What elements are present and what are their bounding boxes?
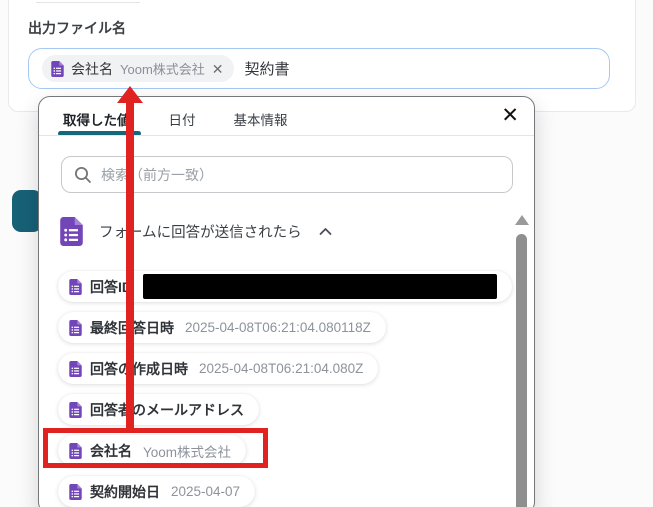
tab-retrieved-values[interactable]: 取得した値: [57, 107, 137, 131]
redacted-value: [143, 274, 497, 299]
trigger-group-header[interactable]: フォームに回答が送信されたら: [59, 217, 332, 246]
search-icon: [75, 166, 91, 183]
variable-pill-last-answer-time[interactable]: 最終回答日時 2025-04-08T06:21:04.080118Z: [58, 312, 386, 343]
document-icon: [69, 483, 82, 500]
document-icon: [69, 401, 82, 418]
item-label: 契約開始日: [90, 483, 160, 500]
divider: [36, 2, 140, 3]
variable-pill-answer-created-time[interactable]: 回答の作成日時 2025-04-08T06:21:04.080Z: [58, 353, 379, 384]
list-item: 会社名 Yoom株式会社: [58, 435, 247, 466]
document-icon: [69, 319, 82, 336]
input-free-text: 契約書: [244, 61, 290, 78]
tab-date[interactable]: 日付: [163, 107, 202, 131]
variable-pill-company-name[interactable]: 会社名 Yoom株式会社: [58, 435, 247, 466]
item-label: 会社名: [90, 442, 132, 459]
chip-value: Yoom株式会社: [120, 62, 205, 77]
document-icon: [69, 278, 82, 295]
annotation-arrow-line: [126, 102, 134, 432]
chip-remove-icon[interactable]: ✕: [212, 62, 224, 76]
form-trigger-icon: [60, 217, 83, 246]
chevron-up-icon[interactable]: [319, 227, 332, 236]
output-filename-input[interactable]: 会社名 Yoom株式会社 ✕ 契約書: [28, 48, 610, 89]
scrollbar-up-arrow-icon[interactable]: [515, 215, 529, 225]
scrollbar-thumb[interactable]: [516, 234, 527, 507]
item-value: 2025-04-08T06:21:04.080118Z: [185, 320, 371, 335]
document-icon: [69, 442, 82, 459]
variable-pill-responder-email[interactable]: 回答者のメールアドレス: [58, 394, 259, 425]
item-value: 2025-04-07: [171, 484, 241, 499]
tab-bar: 取得した値 日付 基本情報: [57, 107, 294, 131]
item-label: 回答の作成日時: [90, 360, 188, 377]
list-item: 回答の作成日時 2025-04-08T06:21:04.080Z: [58, 353, 379, 384]
search-input[interactable]: [101, 166, 500, 183]
close-icon[interactable]: ✕: [501, 103, 519, 128]
divider: [39, 135, 534, 136]
tab-basic-info[interactable]: 基本情報: [228, 107, 294, 131]
chip-label: 会社名: [71, 60, 113, 77]
list-item: 回答者のメールアドレス: [58, 394, 259, 425]
document-icon: [69, 360, 82, 377]
item-value: 2025-04-08T06:21:04.080Z: [199, 361, 364, 376]
variable-chip[interactable]: 会社名 Yoom株式会社 ✕: [42, 55, 234, 82]
variable-pill-contract-start-date[interactable]: 契約開始日 2025-04-07: [58, 476, 256, 507]
list-item: 最終回答日時 2025-04-08T06:21:04.080118Z: [58, 312, 386, 343]
annotation-arrow-head: [117, 86, 143, 103]
document-icon: [51, 60, 64, 77]
variable-picker-popup: 取得した値 日付 基本情報 ✕ フォームに回答が送信されたら 回答ID: [38, 96, 535, 507]
item-label: 回答者のメールアドレス: [90, 401, 244, 418]
output-filename-label: 出力ファイル名: [28, 20, 126, 36]
list-item: 契約開始日 2025-04-07: [58, 476, 256, 507]
item-value: Yoom株式会社: [143, 444, 232, 460]
